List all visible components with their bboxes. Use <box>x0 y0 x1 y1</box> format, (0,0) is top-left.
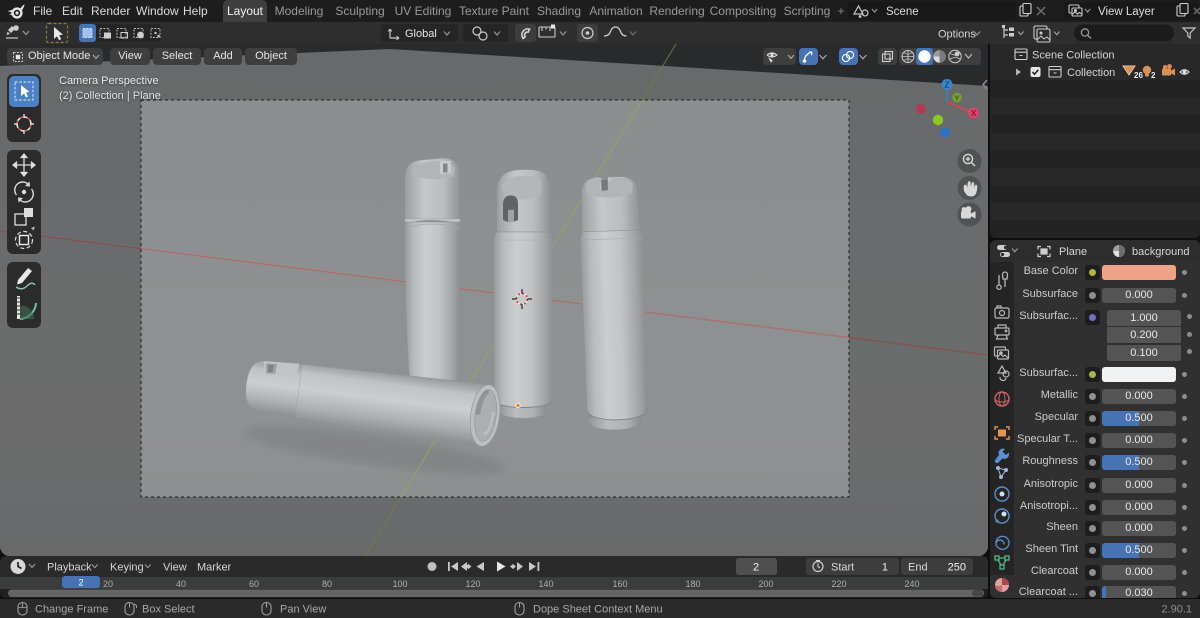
svg-text:Change Frame: Change Frame <box>35 604 108 616</box>
svg-text:X: X <box>971 109 977 118</box>
svg-text:180: 180 <box>685 579 700 589</box>
svg-text:26: 26 <box>1134 71 1143 80</box>
svg-text:End: End <box>908 562 928 574</box>
svg-text:240: 240 <box>904 579 919 589</box>
svg-text:40: 40 <box>176 579 186 589</box>
svg-text:80: 80 <box>322 579 332 589</box>
svg-text:2.90.1: 2.90.1 <box>1161 604 1192 616</box>
svg-text:Options: Options <box>938 29 976 41</box>
svg-text:Collection: Collection <box>1067 67 1115 79</box>
svg-text:120: 120 <box>465 579 480 589</box>
svg-text:Keying: Keying <box>110 562 144 574</box>
svg-text:220: 220 <box>831 579 846 589</box>
svg-text:background: background <box>1132 246 1190 258</box>
svg-text:Start: Start <box>831 562 854 574</box>
svg-text:100: 100 <box>392 579 407 589</box>
svg-text:View Layer: View Layer <box>1098 6 1155 18</box>
svg-text:Box Select: Box Select <box>142 604 195 616</box>
svg-text:Plane: Plane <box>1059 246 1087 258</box>
svg-text:Scene: Scene <box>886 6 919 18</box>
svg-text:Dope Sheet Context Menu: Dope Sheet Context Menu <box>533 604 663 616</box>
svg-text:View: View <box>163 562 187 574</box>
svg-text:140: 140 <box>538 579 553 589</box>
svg-text:Global: Global <box>405 28 437 40</box>
svg-text:Pan View: Pan View <box>280 604 326 616</box>
svg-text:Playback: Playback <box>47 562 92 574</box>
svg-text:2: 2 <box>1151 71 1156 80</box>
svg-text:1: 1 <box>882 562 888 574</box>
svg-text:Marker: Marker <box>197 562 232 574</box>
svg-text:Z: Z <box>945 81 950 90</box>
svg-text:20: 20 <box>103 579 113 589</box>
svg-text:Scene Collection: Scene Collection <box>1032 50 1115 62</box>
svg-text:250: 250 <box>948 562 966 574</box>
svg-text:160: 160 <box>612 579 627 589</box>
svg-text:200: 200 <box>758 579 773 589</box>
svg-text:Y: Y <box>955 96 960 103</box>
svg-text:2: 2 <box>78 578 83 588</box>
svg-text:2: 2 <box>753 562 759 574</box>
svg-text:60: 60 <box>249 579 259 589</box>
